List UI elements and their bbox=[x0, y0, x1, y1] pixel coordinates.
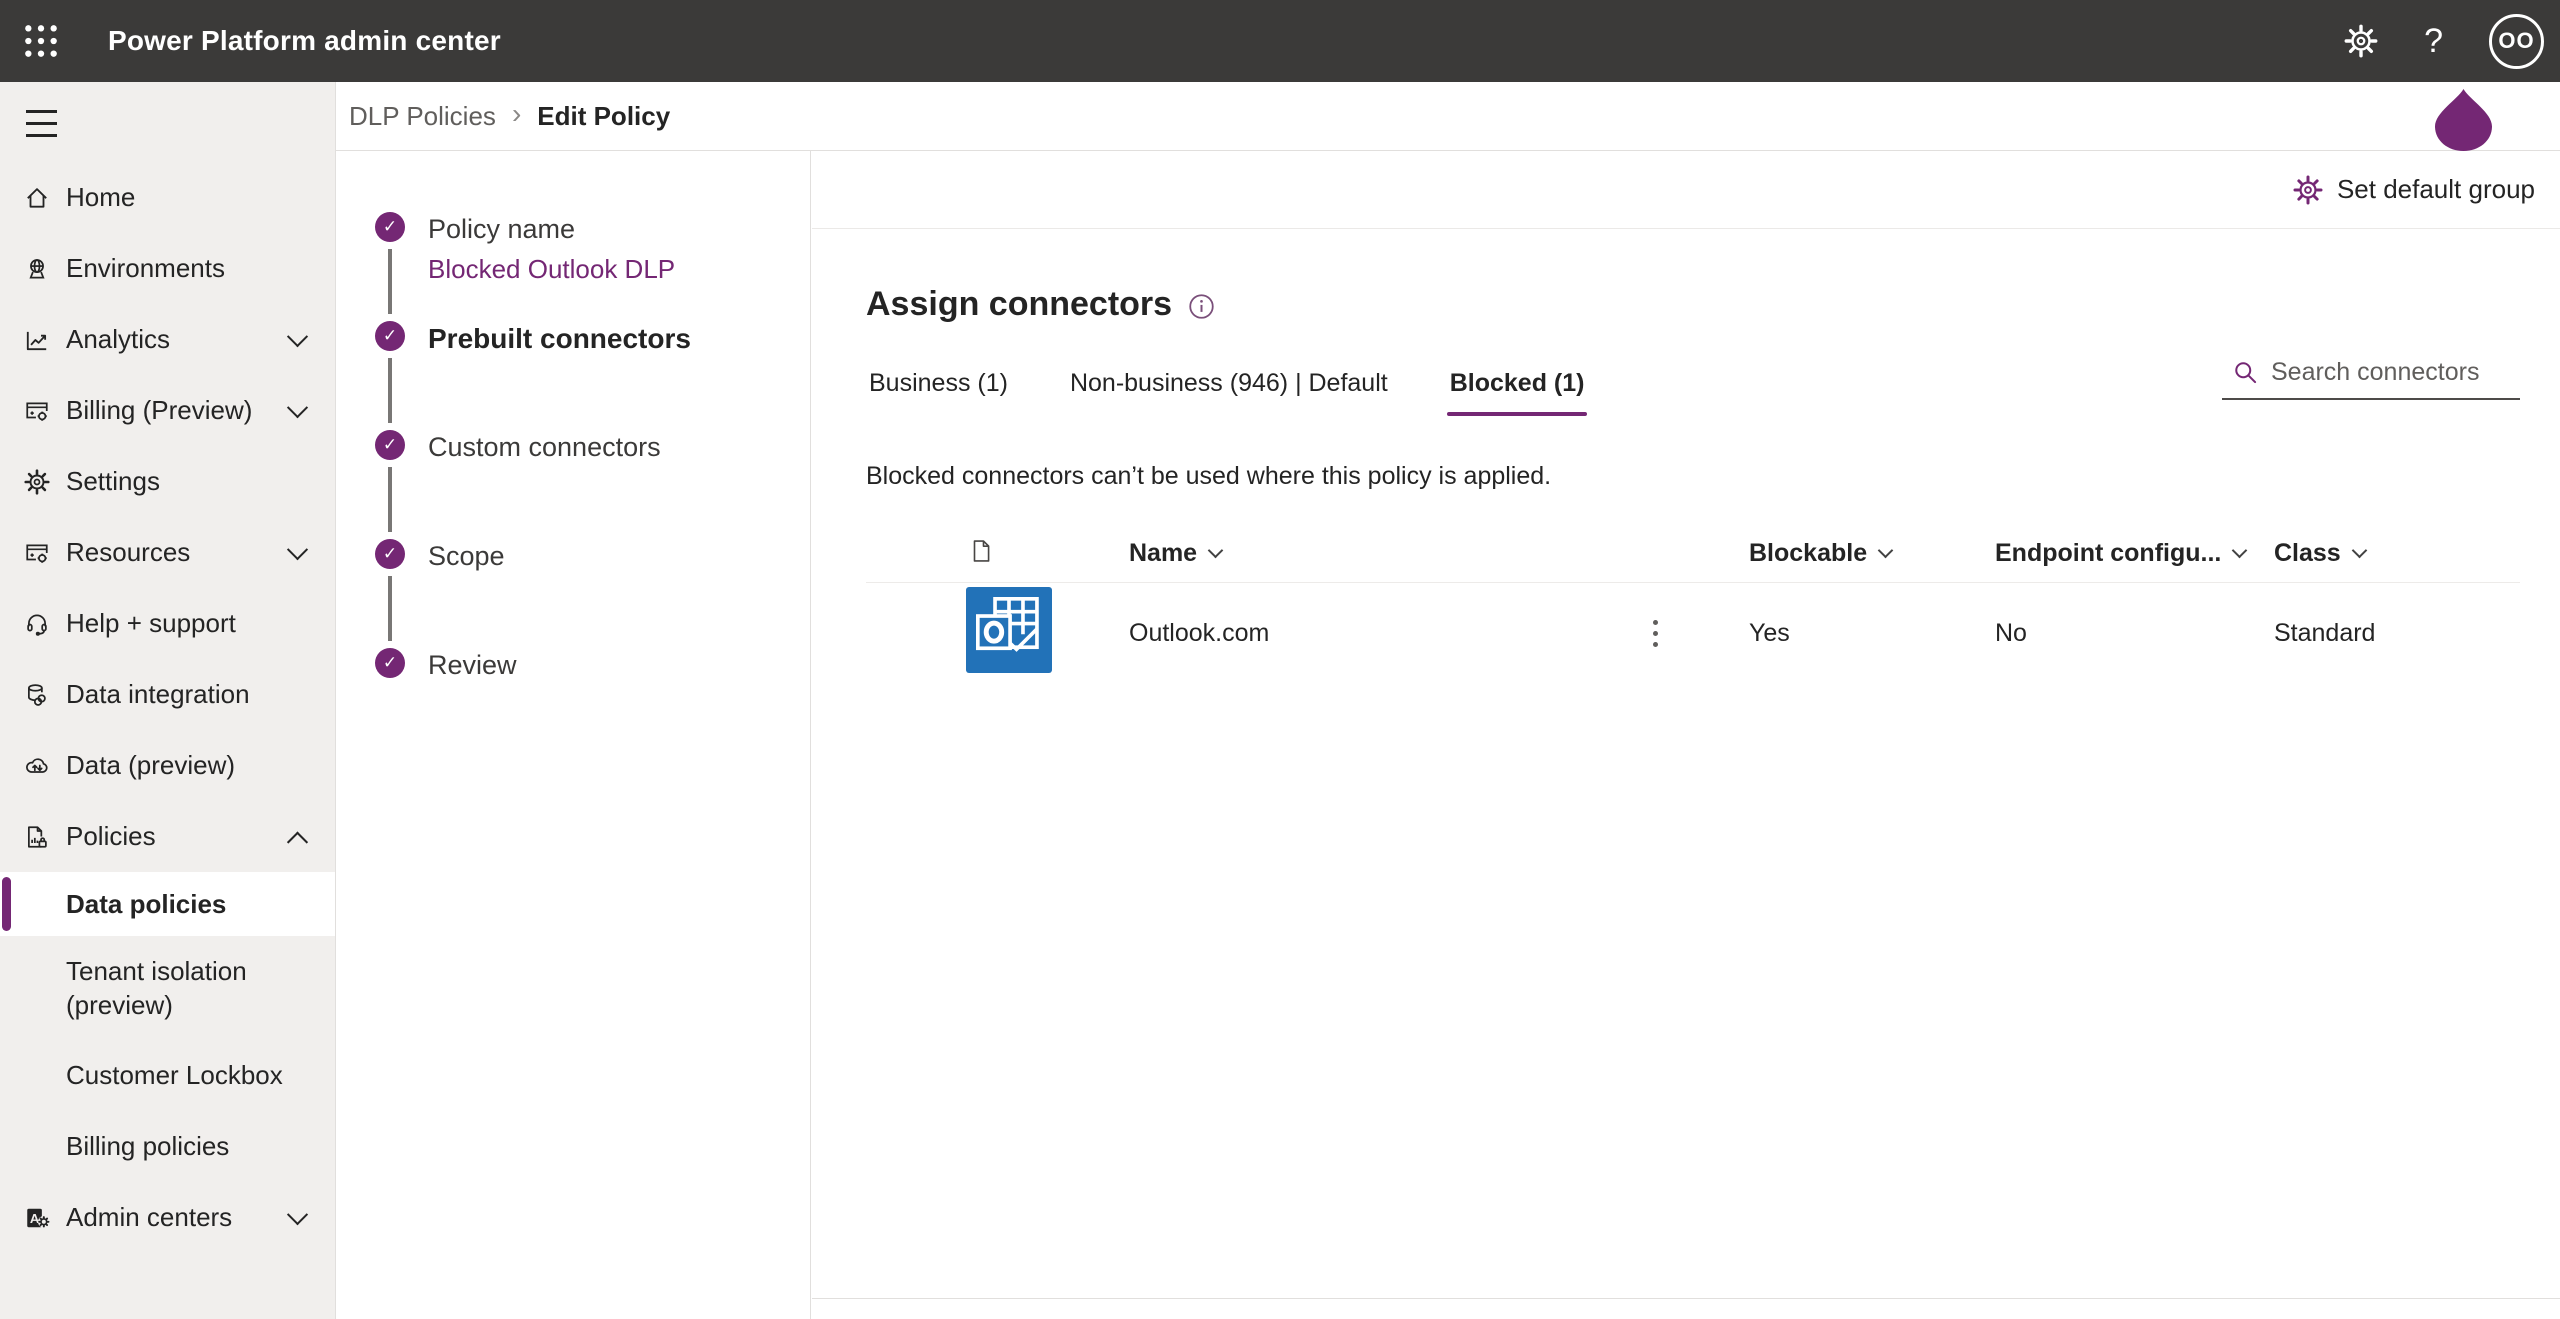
wizard-step-custom-connectors[interactable]: ✓ Custom connectors bbox=[375, 430, 810, 539]
page-title: Assign connectors bbox=[866, 285, 1172, 324]
settings-gear-button[interactable] bbox=[2344, 24, 2378, 58]
left-nav-sidebar: Home Environments Analytics Billing (Pre… bbox=[0, 82, 336, 1319]
app-launcher-button[interactable] bbox=[0, 0, 82, 82]
chevron-down-icon bbox=[2351, 543, 2367, 559]
sidebar-item-analytics[interactable]: Analytics bbox=[0, 304, 335, 375]
search-connectors-box bbox=[2222, 358, 2520, 400]
sidebar-item-settings[interactable]: Settings bbox=[0, 446, 335, 517]
search-connectors-input[interactable] bbox=[2271, 358, 2514, 387]
tab-blocked[interactable]: Blocked (1) bbox=[1447, 363, 1588, 416]
nav-collapse-button[interactable] bbox=[22, 102, 66, 144]
power-platform-admin-center: Power Platform admin center ? OO Home En… bbox=[0, 0, 2560, 1319]
chevron-down-icon bbox=[1878, 543, 1894, 559]
chevron-down-icon bbox=[290, 1210, 305, 1225]
sidebar-item-tenant-isolation[interactable]: Tenant isolation (preview) bbox=[0, 936, 335, 1040]
chevron-down-icon bbox=[290, 332, 305, 347]
command-bar: Set default group bbox=[812, 151, 2560, 229]
top-app-bar: Power Platform admin center ? OO bbox=[0, 0, 2560, 82]
step-connector-line bbox=[388, 358, 392, 423]
sidebar-item-home[interactable]: Home bbox=[0, 162, 335, 233]
decorative-teardrop-shape bbox=[2435, 88, 2492, 152]
row-more-actions-button[interactable] bbox=[1645, 612, 1749, 655]
breadcrumb: DLP Policies › Edit Policy bbox=[336, 82, 2560, 151]
gear-icon bbox=[2293, 175, 2323, 205]
gear-icon bbox=[22, 467, 52, 497]
assign-connectors-section: Assign connectors Business (1) Non-busin… bbox=[812, 285, 2560, 684]
step-connector-line bbox=[388, 467, 392, 532]
app-launcher-waffle-icon bbox=[22, 22, 60, 60]
resources-icon bbox=[22, 538, 52, 568]
wizard-step-rail: ✓ Policy name Blocked Outlook DLP ✓ Preb… bbox=[336, 151, 811, 1319]
blockable-cell: Yes bbox=[1749, 619, 1995, 648]
sidebar-item-help-support[interactable]: Help + support bbox=[0, 588, 335, 659]
environments-icon bbox=[22, 254, 52, 284]
table-row-outlook-com[interactable]: Outlook.com Yes No Standard bbox=[866, 583, 2520, 684]
connectors-table: Name Blockable Endpoint configu... Class bbox=[866, 525, 2520, 684]
chevron-down-icon bbox=[290, 403, 305, 418]
column-header-endpoint-configurable[interactable]: Endpoint configu... bbox=[1995, 539, 2274, 568]
tab-non-business[interactable]: Non-business (946) | Default bbox=[1067, 363, 1391, 416]
sidebar-item-resources[interactable]: Resources bbox=[0, 517, 335, 588]
admin-centers-icon bbox=[22, 1203, 52, 1233]
connector-name-cell: Outlook.com bbox=[1129, 619, 1649, 648]
billing-icon bbox=[22, 396, 52, 426]
connectors-table-header: Name Blockable Endpoint configu... Class bbox=[866, 525, 2520, 583]
help-button[interactable]: ? bbox=[2424, 22, 2443, 61]
sidebar-item-admin-centers[interactable]: Admin centers bbox=[0, 1182, 335, 1253]
main-content: Set default group Assign connectors Busi… bbox=[812, 151, 2560, 1319]
user-avatar[interactable]: OO bbox=[2489, 14, 2544, 69]
database-link-icon bbox=[22, 680, 52, 710]
sidebar-item-data-preview[interactable]: Data (preview) bbox=[0, 730, 335, 801]
step-complete-icon: ✓ bbox=[375, 430, 405, 460]
gear-icon bbox=[2344, 24, 2378, 58]
sidebar-item-billing-preview[interactable]: Billing (Preview) bbox=[0, 375, 335, 446]
wizard-step-policy-name[interactable]: ✓ Policy name Blocked Outlook DLP bbox=[375, 212, 810, 321]
breadcrumb-separator-icon: › bbox=[512, 98, 521, 130]
info-icon[interactable] bbox=[1188, 293, 1215, 320]
step-complete-icon: ✓ bbox=[375, 212, 405, 242]
breadcrumb-dlp-policies-link[interactable]: DLP Policies bbox=[349, 101, 496, 132]
sidebar-item-policies[interactable]: Policies bbox=[0, 801, 335, 872]
headset-icon bbox=[22, 609, 52, 639]
wizard-step-prebuilt-connectors[interactable]: ✓ Prebuilt connectors bbox=[375, 321, 810, 430]
chevron-down-icon bbox=[2232, 543, 2248, 559]
footer-divider bbox=[812, 1298, 2560, 1299]
wizard-step-review[interactable]: ✓ Review bbox=[375, 648, 810, 681]
app-title: Power Platform admin center bbox=[108, 25, 501, 57]
sidebar-item-data-policies[interactable]: Data policies bbox=[0, 872, 335, 936]
document-column-icon[interactable] bbox=[968, 538, 994, 564]
policy-name-value: Blocked Outlook DLP bbox=[428, 254, 675, 285]
connector-group-tabs-row: Business (1) Non-business (946) | Defaul… bbox=[866, 358, 2520, 416]
search-icon bbox=[2232, 359, 2259, 386]
cloud-sync-icon bbox=[22, 751, 52, 781]
step-complete-icon: ✓ bbox=[375, 648, 405, 678]
column-header-class[interactable]: Class bbox=[2274, 539, 2520, 568]
sidebar-item-customer-lockbox[interactable]: Customer Lockbox bbox=[0, 1040, 335, 1111]
chevron-up-icon bbox=[290, 829, 305, 844]
policy-document-icon bbox=[22, 822, 52, 852]
endpoint-configurable-cell: No bbox=[1995, 619, 2274, 648]
topbar-actions: ? OO bbox=[2344, 14, 2544, 69]
analytics-icon bbox=[22, 325, 52, 355]
chevron-down-icon bbox=[290, 545, 305, 560]
sidebar-item-data-integration[interactable]: Data integration bbox=[0, 659, 335, 730]
class-cell: Standard bbox=[2274, 619, 2520, 648]
column-header-blockable[interactable]: Blockable bbox=[1749, 539, 1995, 568]
wizard-step-scope[interactable]: ✓ Scope bbox=[375, 539, 810, 648]
blocked-tab-description: Blocked connectors can’t be used where t… bbox=[866, 462, 2520, 491]
breadcrumb-current-page: Edit Policy bbox=[537, 101, 670, 132]
connector-group-tabs: Business (1) Non-business (946) | Defaul… bbox=[866, 363, 1587, 416]
outlook-connector-icon bbox=[966, 587, 1052, 673]
sidebar-item-billing-policies[interactable]: Billing policies bbox=[0, 1111, 335, 1182]
step-complete-icon: ✓ bbox=[375, 539, 405, 569]
set-default-group-button[interactable]: Set default group bbox=[2293, 174, 2535, 205]
sidebar-item-environments[interactable]: Environments bbox=[0, 233, 335, 304]
column-header-name[interactable]: Name bbox=[1129, 539, 1649, 568]
chevron-down-icon bbox=[1208, 543, 1224, 559]
tab-business[interactable]: Business (1) bbox=[866, 363, 1011, 416]
home-icon bbox=[22, 183, 52, 213]
step-complete-icon: ✓ bbox=[375, 321, 405, 351]
step-connector-line bbox=[388, 249, 392, 314]
step-connector-line bbox=[388, 576, 392, 641]
